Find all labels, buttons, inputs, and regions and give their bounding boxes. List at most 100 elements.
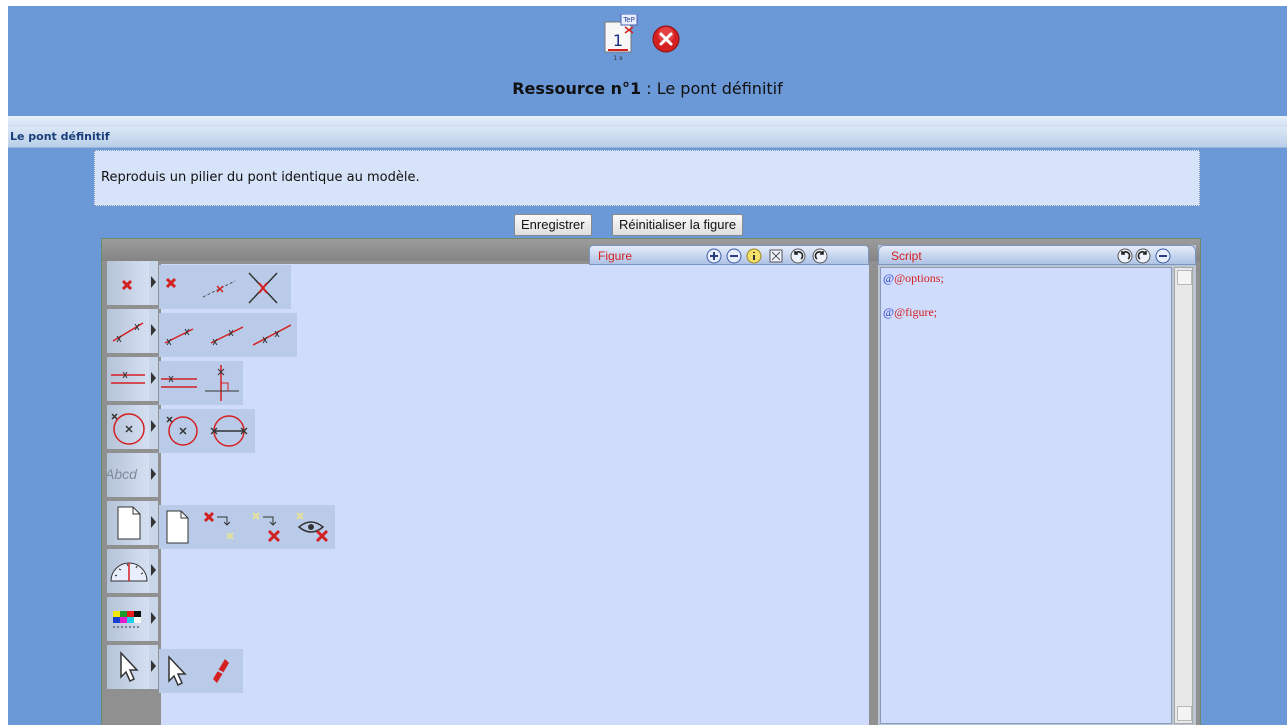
script-editor[interactable]: @@options; @@figure; [880, 267, 1172, 724]
line-tool[interactable] [107, 309, 149, 353]
section-title: Le pont définitif [10, 130, 110, 143]
measure-tool-expand[interactable] [149, 549, 158, 593]
parallel-tool[interactable] [107, 357, 149, 401]
instruction-box: Reproduis un pilier du pont identique au… [94, 150, 1200, 206]
intersection-point-tool[interactable] [243, 265, 283, 309]
save-button[interactable]: Enregistrer [514, 214, 592, 236]
free-point-tool[interactable] [159, 265, 199, 309]
figure-panel-title: Figure [598, 249, 633, 263]
circle-center-point-icon [166, 416, 198, 446]
point-tool[interactable] [107, 261, 149, 305]
parallel-submenu [159, 361, 243, 405]
text-tool[interactable]: Abcd [105, 453, 149, 497]
script-line-figure: @@figure; [883, 305, 938, 319]
half-line-icon [210, 326, 244, 346]
measure-tool[interactable] [107, 549, 149, 593]
fit-window-icon[interactable] [768, 248, 784, 264]
page-title: Ressource n°1 : Le pont définitif [8, 79, 1287, 98]
eye-hide-icon [296, 512, 329, 543]
figure-panel-header: Figure [589, 245, 869, 265]
color-palette-icon [113, 611, 141, 628]
reset-figure-button[interactable]: Réinitialiser la figure [612, 214, 744, 236]
circle-diameter-tool[interactable] [207, 409, 248, 453]
circle-tool[interactable] [107, 405, 149, 449]
pointer-icon [120, 651, 139, 683]
point-on-line-tool[interactable] [199, 265, 239, 309]
title-separator: : [641, 79, 657, 98]
hide-object-tool[interactable] [293, 505, 333, 549]
perpendicular-tool[interactable] [201, 361, 241, 405]
script-line-options: @@options; [883, 271, 944, 285]
free-point-icon [165, 277, 177, 289]
circle-icon [111, 413, 145, 445]
line-submenu [159, 313, 297, 357]
header-strip [8, 116, 1287, 127]
new-page-icon [166, 510, 189, 544]
move-point-icon [203, 511, 234, 540]
parallel-icon [111, 371, 145, 384]
circle-tool-expand[interactable] [149, 405, 158, 449]
page-icon [117, 506, 141, 540]
line-tool-expand[interactable] [149, 309, 158, 353]
info-icon[interactable] [746, 248, 762, 264]
segment-icon [112, 322, 144, 343]
circle-submenu [159, 409, 255, 453]
color-tool-expand[interactable] [149, 597, 158, 641]
script-panel-title: Script [891, 249, 922, 263]
scroll-up-arrow[interactable] [1177, 270, 1192, 285]
logo-number: 1 [613, 31, 623, 50]
pen-icon [213, 659, 229, 683]
segment-tool[interactable] [159, 313, 199, 357]
parallel-line-tool[interactable] [159, 361, 199, 405]
script-undo-icon[interactable] [1117, 248, 1133, 264]
title-number: Ressource n°1 [512, 79, 642, 98]
perpendicular-icon [205, 365, 239, 401]
select-tool[interactable] [159, 649, 199, 693]
script-panel-header: Script [878, 245, 1196, 265]
point-on-line-icon [202, 280, 236, 298]
circle-center-point-tool[interactable] [159, 409, 199, 453]
page-tool-expand[interactable] [149, 501, 158, 545]
page-tool[interactable] [107, 501, 149, 545]
half-line-tool[interactable] [205, 313, 245, 357]
new-page-tool[interactable] [159, 505, 199, 549]
pen-tool[interactable] [201, 649, 241, 693]
text-tool-expand[interactable] [149, 453, 158, 497]
text-tool-label: Abcd [105, 466, 137, 482]
segment-tool-icon [164, 328, 194, 346]
scroll-down-arrow[interactable] [1177, 706, 1192, 721]
page-submenu [159, 505, 335, 549]
script-redo-icon[interactable] [1135, 248, 1151, 264]
collapse-icon[interactable] [1155, 248, 1171, 264]
section-header: Le pont définitif [8, 127, 1287, 148]
point-submenu [159, 265, 291, 309]
straight-line-icon [252, 324, 291, 346]
color-tool[interactable] [107, 597, 149, 641]
undo-icon[interactable] [790, 248, 806, 264]
close-icon[interactable] [651, 24, 681, 54]
script-options-text: @options; [894, 271, 944, 285]
pointer-submenu [159, 649, 243, 693]
zoom-in-icon[interactable] [706, 248, 722, 264]
pointer-tool[interactable] [107, 645, 149, 689]
pointer-tool-expand[interactable] [149, 645, 158, 689]
logo-badge: TeP [622, 16, 635, 24]
geometry-app: Figure Script @@options; @@figure; Abcd [101, 238, 1201, 725]
point-tool-expand[interactable] [149, 261, 158, 305]
script-scrollbar[interactable] [1174, 267, 1193, 724]
swap-point-icon [252, 512, 281, 543]
parallel-tool-expand[interactable] [149, 357, 158, 401]
straight-line-tool[interactable] [251, 313, 291, 357]
tool-column: Abcd [102, 261, 335, 725]
zoom-out-icon[interactable] [726, 248, 742, 264]
redo-icon[interactable] [812, 248, 828, 264]
move-point-tool[interactable] [199, 505, 239, 549]
parallel-line-icon [161, 375, 197, 388]
script-figure-text: @figure; [894, 305, 938, 319]
tep-logo-icon: TeP 1 1 x [600, 14, 638, 62]
point-icon [121, 279, 133, 291]
intersection-icon [248, 272, 278, 304]
swap-point-tool[interactable] [247, 505, 287, 549]
instruction-text: Reproduis un pilier du pont identique au… [101, 170, 420, 185]
script-panel: Script @@options; @@figure; [878, 245, 1196, 725]
